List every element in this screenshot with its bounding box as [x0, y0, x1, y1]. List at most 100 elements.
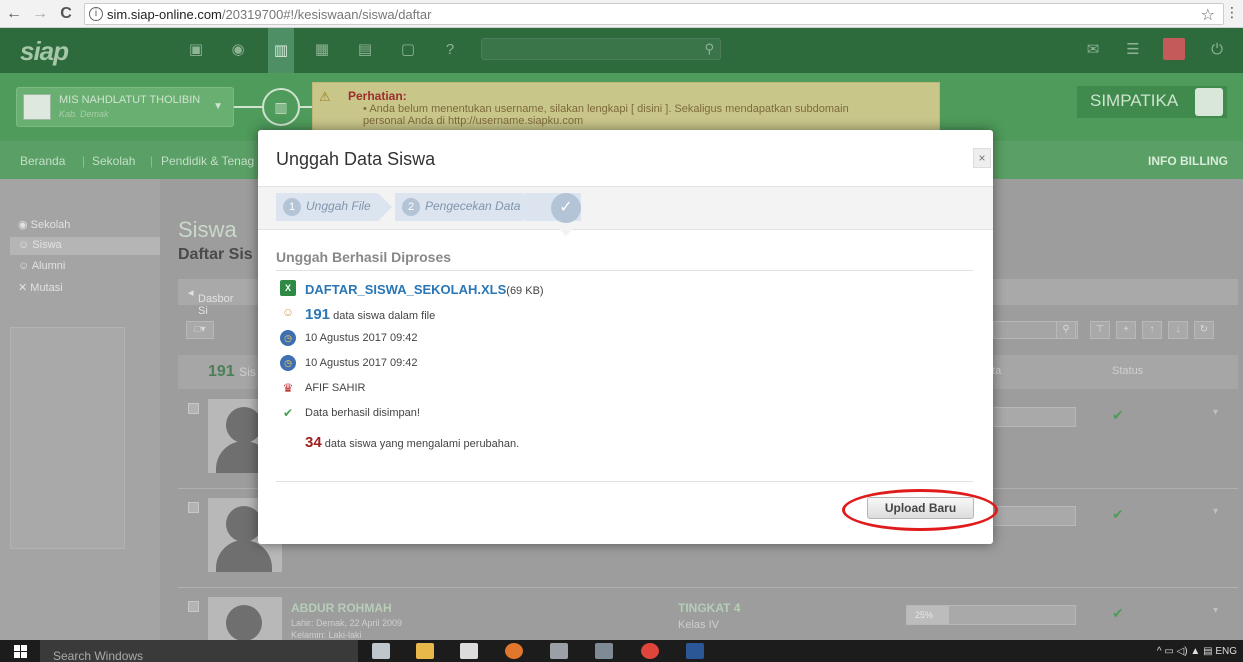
app-search-input[interactable]: ⚲ — [481, 38, 721, 60]
system-tray[interactable]: ^ ▭ ◁) ▲ ▤ ENG — [1157, 646, 1237, 657]
progress-bar: 25% — [906, 605, 1076, 625]
upload-icon[interactable]: ↑ — [1142, 321, 1162, 339]
file-name-link[interactable]: DAFTAR_SISWA_SEKOLAH.XLS — [305, 282, 506, 297]
add-icon[interactable]: + — [1116, 321, 1136, 339]
alert-message: • Anda belum menentukan username, silaka… — [363, 103, 849, 127]
browser-toolbar: ← → C i sim.siap-online.com/20319700#!/k… — [0, 0, 1243, 28]
url-text: sim.siap-online.com/20319700#!/kesiswaan… — [107, 7, 432, 22]
app-header: siap ▣ ◉ ▥ ▦ ▤ ▢ ? ⚲ ✉ ☰ ⏻ — [0, 28, 1243, 73]
nav-separator: | — [82, 154, 86, 168]
clock-icon: ◷ — [280, 330, 296, 346]
xls-file-icon: X — [280, 280, 296, 296]
student-name[interactable]: ABDUR ROHMAH — [291, 601, 392, 615]
check-icon: ✔ — [1112, 605, 1124, 621]
list-icon[interactable]: ☰ — [1123, 40, 1143, 60]
help-icon[interactable]: ? — [440, 40, 460, 60]
uploader-icon: ♛ — [282, 381, 294, 395]
school-logo — [23, 94, 51, 120]
column-status: Status — [1112, 365, 1144, 377]
taskbar-search[interactable]: Search Windows — [40, 640, 358, 662]
calculator-icon[interactable] — [372, 643, 390, 659]
student-count: 191 Sis — [208, 363, 256, 380]
search-icon[interactable]: ⚲ — [1056, 321, 1076, 339]
sidebar-item-alumni[interactable]: ☺ Alumni — [18, 260, 65, 272]
file-size: (69 KB) — [506, 285, 544, 297]
breadcrumb-link[interactable]: ◂ Dasbor Si — [188, 286, 233, 317]
address-bar[interactable]: i sim.siap-online.com/20319700#!/kesiswa… — [84, 3, 1224, 25]
nav-separator: | — [150, 154, 154, 168]
nav-item-sekolah[interactable]: Sekolah — [92, 154, 135, 168]
sidebar-item-siswa[interactable]: ☺ Siswa — [10, 237, 160, 255]
section-title: Unggah Berhasil Diproses — [276, 249, 452, 265]
calendar-icon[interactable]: ▢ — [398, 40, 418, 60]
chevron-down-icon[interactable]: ▾ — [1213, 407, 1218, 418]
search-icon: ⚲ — [704, 41, 714, 56]
org-chart-icon[interactable]: ▥ — [268, 28, 294, 73]
cube-icon[interactable]: ▣ — [186, 40, 206, 60]
check-icon: ✔ — [282, 406, 294, 420]
simpatika-badge-icon — [1195, 88, 1223, 116]
rss-icon[interactable]: ◉ — [228, 40, 248, 60]
info-icon[interactable]: i — [89, 7, 103, 21]
back-icon[interactable]: ← — [4, 4, 24, 24]
check-circle-icon: ✓ — [551, 193, 581, 223]
siap-logo[interactable]: siap — [20, 36, 69, 67]
row-checkbox[interactable] — [188, 601, 199, 612]
reload-icon[interactable]: C — [56, 4, 76, 24]
info-billing-link[interactable]: INFO BILLING — [1148, 154, 1228, 168]
word-icon[interactable] — [686, 643, 704, 659]
upload-modal: Unggah Data Siswa × 1 Unggah File 2 Pengec… — [258, 130, 993, 544]
store-icon[interactable] — [460, 643, 478, 659]
document-icon[interactable]: ▤ — [355, 40, 375, 60]
filter-icon[interactable]: ⊤ — [1090, 321, 1110, 339]
simpatika-link[interactable]: SIMPATIKA — [1077, 86, 1227, 118]
media-icon[interactable] — [550, 643, 568, 659]
firefox-icon[interactable] — [505, 643, 523, 659]
sidebar-panel — [10, 327, 125, 549]
sidebar-item-sekolah[interactable]: ◉ Sekolah — [18, 218, 70, 231]
close-icon[interactable]: × — [973, 148, 991, 168]
chrome-icon[interactable] — [641, 643, 659, 659]
forward-icon[interactable]: → — [30, 4, 50, 24]
sidebar: ◉ Sekolah ☺ Siswa ☺ Alumni ✕ Mutasi — [0, 179, 160, 640]
student-icon: ☺ — [281, 305, 295, 319]
student-grade: TINGKAT 4 — [678, 601, 741, 615]
chevron-down-icon[interactable]: ▾ — [1213, 605, 1218, 616]
select-all-checkbox[interactable]: □▾ — [186, 321, 214, 339]
grid-icon[interactable]: ▦ — [312, 40, 332, 60]
clock-icon: ◷ — [280, 355, 296, 371]
photos-icon[interactable] — [595, 643, 613, 659]
divider — [276, 481, 973, 482]
mail-icon[interactable]: ✉ — [1083, 40, 1103, 60]
warning-icon: ⚠ — [319, 89, 331, 104]
row-checkbox[interactable] — [188, 502, 199, 513]
row-checkbox[interactable] — [188, 403, 199, 414]
file-explorer-icon[interactable] — [416, 643, 434, 659]
chevron-down-icon: ▼ — [213, 101, 223, 112]
student-meta: Lahir: Demak, 22 April 2009 Kelamin: Laki… — [291, 618, 403, 640]
school-selector[interactable]: MIS NAHDLATUT THOLIBIN Kab. Demak ▼ — [16, 87, 234, 127]
wizard-step-unggah-file: 1 Unggah File — [276, 193, 392, 221]
browser-menu-icon[interactable]: ⋮ — [1225, 4, 1239, 21]
connector-line — [234, 106, 262, 108]
windows-taskbar: Search Windows ^ ▭ ◁) ▲ ▤ ENG — [0, 640, 1243, 662]
modal-title: Unggah Data Siswa — [276, 149, 436, 169]
wizard-notch — [559, 229, 573, 236]
school-name: MIS NAHDLATUT THOLIBIN — [59, 94, 201, 106]
page-title: Siswa — [178, 217, 237, 242]
alert-title: Perhatian: — [348, 89, 407, 103]
page-subtitle: Daftar Sis — [178, 246, 253, 263]
nav-item-beranda[interactable]: Beranda — [20, 154, 65, 168]
check-icon: ✔ — [1112, 506, 1124, 522]
user-avatar[interactable] — [1163, 38, 1185, 60]
windows-start-icon[interactable] — [14, 645, 28, 658]
sidebar-item-mutasi[interactable]: ✕ Mutasi — [18, 281, 63, 294]
bookmark-star-icon[interactable]: ☆ — [1201, 5, 1215, 25]
nav-item-pendidik[interactable]: Pendidik & Tenag — [161, 154, 254, 168]
divider — [276, 270, 973, 271]
upload-baru-button[interactable]: Upload Baru — [867, 497, 974, 519]
chevron-down-icon[interactable]: ▾ — [1213, 506, 1218, 517]
refresh-icon[interactable]: ↻ — [1194, 321, 1214, 339]
power-icon[interactable]: ⏻ — [1207, 40, 1227, 60]
download-icon[interactable]: ↓ — [1168, 321, 1188, 339]
